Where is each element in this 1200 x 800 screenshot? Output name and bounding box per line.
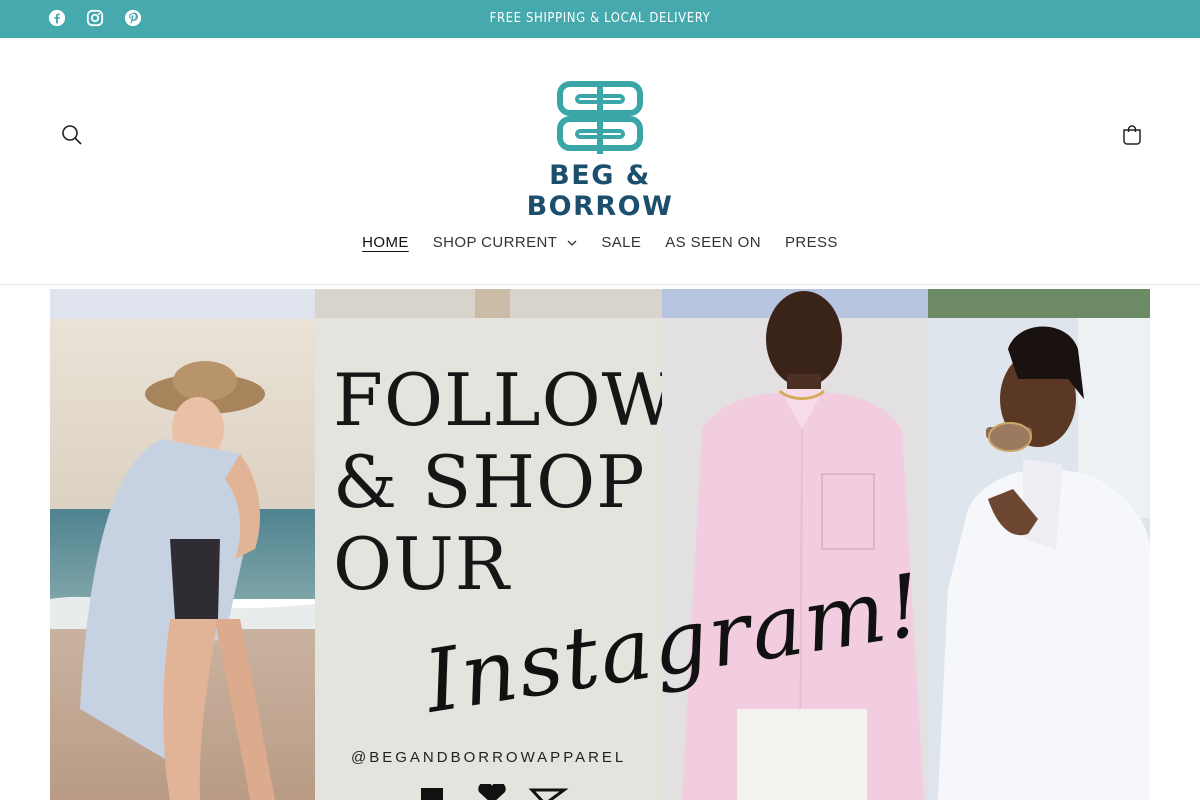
search-icon[interactable] bbox=[60, 123, 84, 147]
logo-text[interactable]: BEG & BORROW bbox=[480, 160, 720, 222]
chevron-down-icon bbox=[567, 240, 577, 246]
heading-line-2: & SHOP bbox=[333, 440, 646, 524]
photo-white-shirt bbox=[928, 289, 1150, 800]
announcement-bar: FREE SHIPPING & LOCAL DELIVERY bbox=[0, 0, 1200, 38]
nav-press[interactable]: PRESS bbox=[785, 234, 838, 251]
send-icon bbox=[528, 788, 569, 800]
heading-line-1: FOLLOW bbox=[333, 358, 677, 442]
logo-mark[interactable] bbox=[556, 80, 644, 158]
hero-banner[interactable]: FOLLOW & SHOP OUR Instagram! @BEGANDBORR… bbox=[50, 289, 1150, 800]
instagram-handle: @BEGANDBORROWAPPAREL bbox=[351, 749, 627, 766]
nav-home-label: HOME bbox=[362, 234, 409, 251]
comment-icon bbox=[421, 788, 443, 800]
nav-as-seen-on-label: AS SEEN ON bbox=[665, 234, 761, 251]
announcement-text: FREE SHIPPING & LOCAL DELIVERY bbox=[489, 11, 711, 26]
heading-line-3: OUR bbox=[333, 522, 510, 606]
nav-sale[interactable]: SALE bbox=[601, 234, 641, 251]
heart-icon bbox=[478, 781, 506, 800]
nav-as-seen-on[interactable]: AS SEEN ON bbox=[665, 234, 761, 251]
photo-pink-shirt bbox=[662, 289, 928, 800]
nav-shop-current[interactable]: SHOP CURRENT bbox=[433, 234, 578, 251]
main-nav: HOME SHOP CURRENT SALE AS SEEN ON PRESS bbox=[0, 234, 1200, 251]
instagram-heading: FOLLOW & SHOP OUR bbox=[333, 358, 677, 606]
photo-beach bbox=[50, 289, 315, 800]
nav-sale-label: SALE bbox=[601, 234, 642, 251]
nav-home[interactable]: HOME bbox=[362, 234, 409, 251]
instagram-action-icons bbox=[419, 781, 569, 800]
nav-press-label: PRESS bbox=[784, 234, 838, 251]
nav-shop-current-label: SHOP CURRENT bbox=[432, 234, 558, 251]
instagram-promo-panel: FOLLOW & SHOP OUR Instagram! @BEGANDBORR… bbox=[315, 289, 931, 800]
cart-icon[interactable] bbox=[1120, 123, 1144, 147]
header-divider bbox=[0, 284, 1200, 285]
